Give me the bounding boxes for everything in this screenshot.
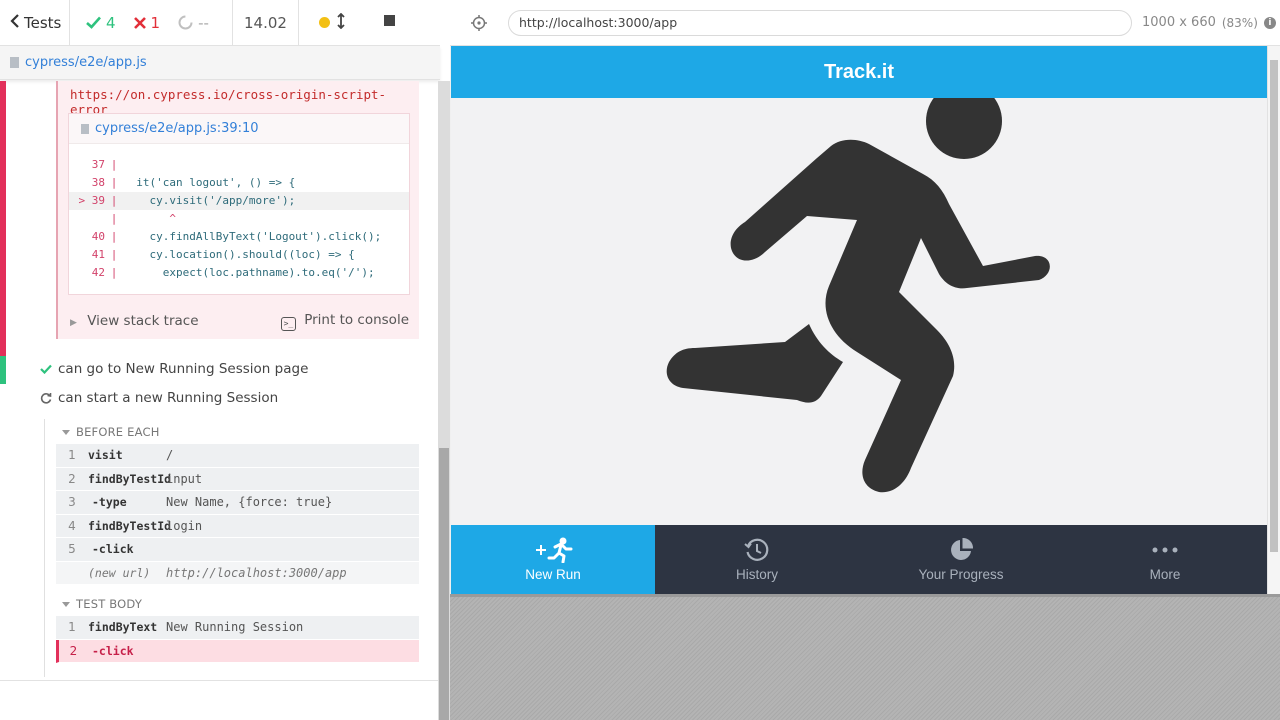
code-frame-file-link[interactable]: cypress/e2e/app.js:39:10 xyxy=(69,114,409,144)
nav-history[interactable]: History xyxy=(655,525,859,594)
url-input[interactable]: http://localhost:3000/app xyxy=(508,9,1132,36)
spec-file-name: cypress/e2e/app.js xyxy=(25,55,147,70)
terminal-icon: >_ xyxy=(280,316,296,331)
before-each-hook-toggle[interactable]: BEFORE EACH xyxy=(62,425,160,439)
selector-playground-button[interactable] xyxy=(450,14,508,31)
failed-count: 1 xyxy=(133,13,161,32)
command-row-new-url[interactable]: (new url) http://localhost:3000/app xyxy=(56,561,419,585)
running-person-icon xyxy=(661,83,1061,512)
code-line-highlighted: > 39 | cy.visit('/app/more'); xyxy=(69,192,409,210)
nav-label: Your Progress xyxy=(918,567,1004,582)
test-item-running[interactable]: can start a new Running Session xyxy=(40,387,278,409)
hook-label: TEST BODY xyxy=(76,597,143,611)
more-dots-icon xyxy=(1152,547,1178,553)
test-body-hook-toggle[interactable]: TEST BODY xyxy=(62,597,142,611)
runner-header: Tests 4 1 -- 14.02 xyxy=(0,0,440,46)
cross-icon xyxy=(133,16,146,29)
command-row[interactable]: 5 -click xyxy=(56,538,419,562)
pie-chart-icon xyxy=(951,537,974,560)
viewport-size: 1000 x 660 (83%) i xyxy=(1142,15,1276,30)
view-stack-trace-toggle[interactable]: ▶ View stack trace xyxy=(70,313,199,329)
code-line: 37 | xyxy=(91,158,118,171)
passed-count: 4 xyxy=(86,14,116,32)
file-icon xyxy=(10,57,19,68)
nav-label: More xyxy=(1149,567,1181,582)
hook-label: BEFORE EACH xyxy=(76,425,160,439)
print-to-console-label: Print to console xyxy=(304,311,409,328)
test-body-commands: 1 findByText New Running Session 2 -click xyxy=(56,616,419,663)
hook-guide-line xyxy=(44,419,45,677)
error-actions: ▶ View stack trace >_ Print to console xyxy=(58,306,419,336)
crosshair-icon xyxy=(471,14,487,31)
file-icon xyxy=(81,123,89,134)
spec-file-bar[interactable]: cypress/e2e/app.js xyxy=(0,46,440,80)
code-line: 38 | it('can logout', () => { xyxy=(91,176,296,189)
error-panel: https://on.cypress.io/cross-origin-scrip… xyxy=(56,81,419,339)
stop-button[interactable] xyxy=(384,15,395,30)
passed-test-marker xyxy=(0,356,6,384)
pending-count: -- xyxy=(178,14,209,32)
command-row[interactable]: 3 -type New Name, {force: true} xyxy=(56,491,419,515)
nav-new-run[interactable]: New Run xyxy=(451,525,655,594)
runner-panel: Tests 4 1 -- 14.02 cypress/e2e/app.js ht… xyxy=(0,0,440,720)
caret-right-icon: ▶ xyxy=(70,318,77,328)
running-indicator-icon xyxy=(319,17,330,28)
aut-empty-area xyxy=(450,594,1280,720)
passed-count-value: 4 xyxy=(106,13,116,32)
app-iframe: Track.it New Run History Your Progress M… xyxy=(451,46,1267,594)
pending-circle-icon xyxy=(178,15,193,30)
command-row[interactable]: 4 findByTestId login xyxy=(56,514,419,538)
chevron-left-icon xyxy=(10,13,20,32)
code-frame-location: cypress/e2e/app.js:39:10 xyxy=(95,121,259,136)
print-to-console-button[interactable]: >_ Print to console xyxy=(280,311,409,331)
code-frame: cypress/e2e/app.js:39:10 37 | 38 | it('can… xyxy=(68,113,410,295)
duration: 14.02 xyxy=(233,0,299,46)
test-item-passed[interactable]: can go to New Running Session page xyxy=(40,358,308,380)
command-row[interactable]: 1 visit / xyxy=(56,444,419,468)
nav-more[interactable]: More xyxy=(1063,525,1267,594)
caret-down-icon xyxy=(62,601,70,607)
viewport-scale: (83%) xyxy=(1221,15,1258,30)
viewport-dimensions: 1000 x 660 xyxy=(1142,15,1216,30)
run-plus-icon xyxy=(536,537,573,563)
runner-controls xyxy=(299,0,440,46)
aut-scrollbar[interactable] xyxy=(1267,46,1280,594)
check-icon xyxy=(86,16,101,29)
command-row-failed[interactable]: 2 -click xyxy=(56,639,419,663)
history-clock-icon xyxy=(744,538,769,561)
failed-test-marker xyxy=(0,81,6,356)
view-stack-trace-label: View stack trace xyxy=(87,313,199,329)
info-icon[interactable]: i xyxy=(1263,16,1276,29)
nav-label: History xyxy=(735,567,778,582)
code-line: 40 | cy.findAllByText('Logout').click(); xyxy=(91,230,382,243)
test-title: can start a new Running Session xyxy=(58,390,279,406)
command-row[interactable]: 1 findByText New Running Session xyxy=(56,616,419,640)
test-title: can go to New Running Session page xyxy=(58,361,309,377)
pending-count-value: -- xyxy=(198,13,209,32)
reporter-footer xyxy=(0,680,440,720)
tests-back-button[interactable]: Tests xyxy=(0,0,70,46)
test-stats: 4 1 -- xyxy=(70,0,233,46)
failed-count-value: 1 xyxy=(150,13,161,32)
code-line: 41 | cy.location().should((loc) => { xyxy=(91,248,355,261)
code-line: 42 | expect(loc.pathname).to.eq('/'); xyxy=(91,266,375,279)
app-title: Track.it xyxy=(451,46,1267,98)
auto-scroll-icon[interactable] xyxy=(336,12,346,33)
app-bottom-nav: New Run History Your Progress More xyxy=(451,525,1267,594)
command-row[interactable]: 2 findByTestId input xyxy=(56,467,419,491)
nav-label: New Run xyxy=(525,567,581,582)
aut-panel: http://localhost:3000/app 1000 x 660 (83… xyxy=(450,0,1280,720)
check-icon xyxy=(40,364,52,374)
refresh-icon xyxy=(40,393,52,404)
caret-down-icon xyxy=(62,429,70,435)
aut-url-bar: http://localhost:3000/app 1000 x 660 (83… xyxy=(450,0,1280,46)
nav-your-progress[interactable]: Your Progress xyxy=(859,525,1063,594)
before-each-commands: 1 visit/ 2 findByTestId input 3 -type New Nam… xyxy=(56,444,419,585)
code-line-caret: | ^ xyxy=(110,212,176,225)
code-lines: 37 | 38 | it('can logout', () => { > 39 | c… xyxy=(69,144,409,282)
aut-scrollbar-thumb[interactable] xyxy=(1270,60,1278,552)
reporter: https://on.cypress.io/cross-origin-scrip… xyxy=(0,81,440,680)
reporter-scrollbar-thumb[interactable] xyxy=(439,448,449,720)
tests-label: Tests xyxy=(24,13,62,32)
